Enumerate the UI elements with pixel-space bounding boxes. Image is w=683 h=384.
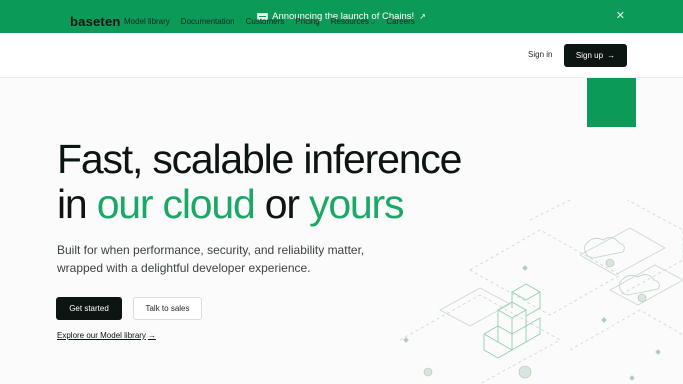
arrow-right-icon: →: [147, 331, 156, 340]
sign-up-label: Sign up: [575, 51, 604, 60]
talk-to-sales-button[interactable]: Talk to sales: [133, 297, 202, 320]
explore-link-label: Explore our Model library: [57, 331, 146, 340]
get-started-button[interactable]: Get started: [56, 297, 122, 320]
decorative-green-block: [587, 78, 636, 127]
hero-subtitle: Built for when performance, security, an…: [57, 243, 365, 275]
nav-item-resources[interactable]: Resources⌵: [331, 17, 376, 27]
chevron-down-icon: ⌵: [370, 19, 376, 26]
nav-item-careers[interactable]: Careers: [386, 17, 414, 27]
baseten-logo-icon: [56, 15, 66, 28]
brand-name: baseten: [70, 14, 121, 29]
nav-item-documentation[interactable]: Documentation: [181, 17, 235, 27]
explore-model-library-link[interactable]: Explore our Model library →: [57, 331, 156, 340]
sign-in-link[interactable]: Sign in: [528, 50, 552, 59]
sign-up-button[interactable]: Sign up →: [564, 44, 627, 67]
nav-item-pricing[interactable]: Pricing: [295, 17, 319, 27]
hero-accent-our-cloud: our cloud: [96, 181, 256, 227]
arrow-up-right-icon[interactable]: ↗: [419, 12, 426, 21]
hero-prefix: in: [57, 181, 97, 227]
arrow-right-icon: →: [607, 51, 616, 60]
isometric-infrastructure-illustration: [399, 200, 683, 384]
nav-menu: Model library Documentation Customers Pr…: [124, 17, 415, 27]
nav-item-customers[interactable]: Customers: [246, 17, 285, 27]
hero-mid: or: [254, 181, 310, 227]
hero-title-line-1: Fast, scalable inference: [57, 136, 462, 182]
nav-item-resources-label: Resources: [330, 17, 369, 26]
nav-item-model-library[interactable]: Model library: [124, 17, 170, 27]
close-icon[interactable]: ✕: [616, 9, 625, 22]
brand-logo[interactable]: baseten: [56, 14, 121, 29]
